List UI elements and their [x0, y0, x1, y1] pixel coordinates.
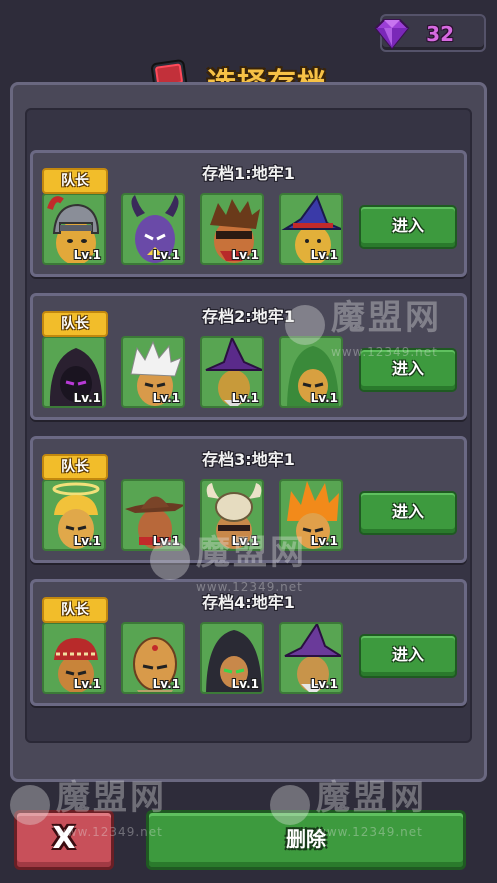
hero-portrait-dark-hood: Lv.1	[200, 622, 264, 694]
hero-portrait-horned-demon: Lv.1	[121, 193, 185, 265]
hero-portrait-halo: Lv.1	[42, 479, 106, 551]
hero-level: Lv.1	[231, 391, 259, 405]
hero-portrait-bandana: Lv.1	[42, 622, 106, 694]
hero-portrait-green-hood: Lv.1	[279, 336, 343, 408]
hero-level: Lv.1	[152, 248, 180, 262]
leader-badge: 队长	[42, 311, 108, 337]
hero-level: Lv.1	[310, 534, 338, 548]
hero-level: Lv.1	[73, 391, 101, 405]
hero-portrait-skull-helm: Lv.1	[200, 479, 264, 551]
hero-level: Lv.1	[310, 677, 338, 691]
hero-level: Lv.1	[73, 534, 101, 548]
hero-portrait-cowboy: Lv.1	[121, 479, 185, 551]
hero-level: Lv.1	[231, 248, 259, 262]
hero-level: Lv.1	[73, 677, 101, 691]
enter-slot-3-button[interactable]: 进入	[359, 491, 457, 535]
hero-level: Lv.1	[231, 534, 259, 548]
delete-button[interactable]: 删除	[146, 810, 466, 870]
leader-badge: 队长	[42, 168, 108, 194]
hero-level: Lv.1	[231, 677, 259, 691]
save-slot-1: 存档1:地牢1 Lv.1 Lv.1 Lv.1 Lv.1 队长 进入	[30, 150, 467, 277]
save-slot-3: 存档3:地牢1 Lv.1 Lv.1 Lv.1 Lv.1 队长 进入	[30, 436, 467, 563]
leader-badge: 队长	[42, 597, 108, 623]
purple-gem-icon	[374, 19, 410, 50]
hero-level: Lv.1	[152, 677, 180, 691]
hero-level: Lv.1	[310, 391, 338, 405]
hero-portrait-hooded-shadow: Lv.1	[42, 336, 106, 408]
hero-portrait-purple-mage: Lv.1	[279, 622, 343, 694]
hero-level: Lv.1	[73, 248, 101, 262]
hero-portrait-flame-hair: Lv.1	[279, 479, 343, 551]
enter-slot-4-button[interactable]: 进入	[359, 634, 457, 678]
enter-slot-2-button[interactable]: 进入	[359, 348, 457, 392]
hero-portrait-monk: Lv.1	[121, 622, 185, 694]
save-slot-2: 存档2:地牢1 Lv.1 Lv.1 Lv.1 Lv.1 队长 进入	[30, 293, 467, 420]
hero-portrait-purple-witch: Lv.1	[200, 336, 264, 408]
hero-portrait-white-hair: Lv.1	[121, 336, 185, 408]
gem-counter: 32	[374, 14, 486, 52]
hero-level: Lv.1	[152, 391, 180, 405]
hero-portrait-knight: Lv.1	[42, 193, 106, 265]
close-button[interactable]: X	[14, 810, 114, 870]
hero-level: Lv.1	[310, 248, 338, 262]
save-slot-4: 存档4:地牢1 Lv.1 Lv.1 Lv.1 Lv.1 队长 进入	[30, 579, 467, 706]
hero-portrait-wizard: Lv.1	[279, 193, 343, 265]
hero-level: Lv.1	[152, 534, 180, 548]
enter-slot-1-button[interactable]: 进入	[359, 205, 457, 249]
hero-portrait-masked-warrior: Lv.1	[200, 193, 264, 265]
leader-badge: 队长	[42, 454, 108, 480]
gem-count: 32	[426, 22, 454, 46]
